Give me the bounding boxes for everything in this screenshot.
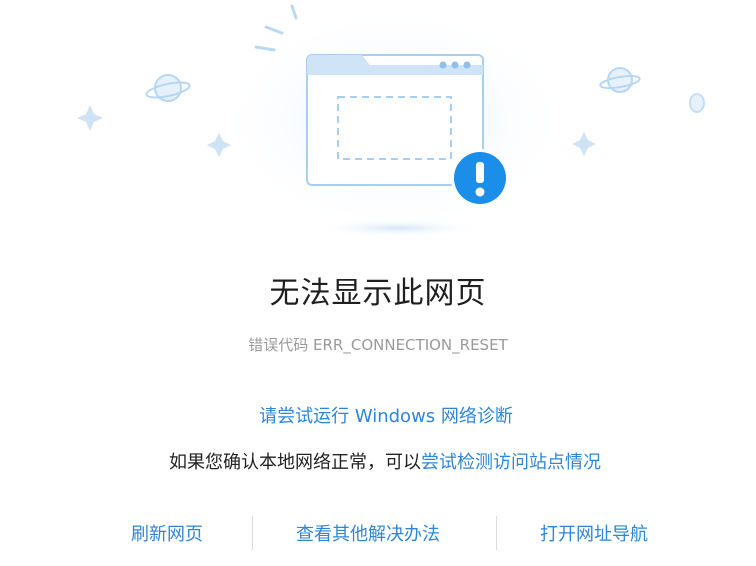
error-page: 无法显示此网页 错误代码 ERR_CONNECTION_RESET 请尝试运行 …	[0, 0, 756, 566]
other-solutions-link[interactable]: 查看其他解决办法	[296, 520, 440, 546]
alert-badge-icon	[451, 149, 509, 207]
planet-icon	[599, 67, 641, 93]
divider	[496, 516, 497, 550]
sparkle-icon	[689, 93, 705, 113]
check-site-link[interactable]: 尝试检测访问站点情况	[421, 452, 601, 473]
error-code: 错误代码 ERR_CONNECTION_RESET	[248, 336, 508, 354]
divider	[252, 516, 253, 550]
action-bar: 刷新网页 查看其他解决办法 打开网址导航	[0, 516, 756, 550]
floor-shadow	[313, 219, 483, 237]
planet-icon	[145, 74, 191, 102]
error-illustration	[77, 4, 705, 237]
page-title: 无法显示此网页	[269, 276, 487, 311]
network-hint: 如果您确认本地网络正常，可以尝试检测访问站点情况	[0, 448, 756, 474]
hint-text: 如果您确认本地网络正常，可以	[169, 452, 421, 473]
windows-diagnose-link[interactable]: 请尝试运行 Windows 网络诊断	[0, 402, 756, 428]
open-url-nav-link[interactable]: 打开网址导航	[540, 520, 648, 546]
refresh-page-link[interactable]: 刷新网页	[131, 520, 203, 546]
